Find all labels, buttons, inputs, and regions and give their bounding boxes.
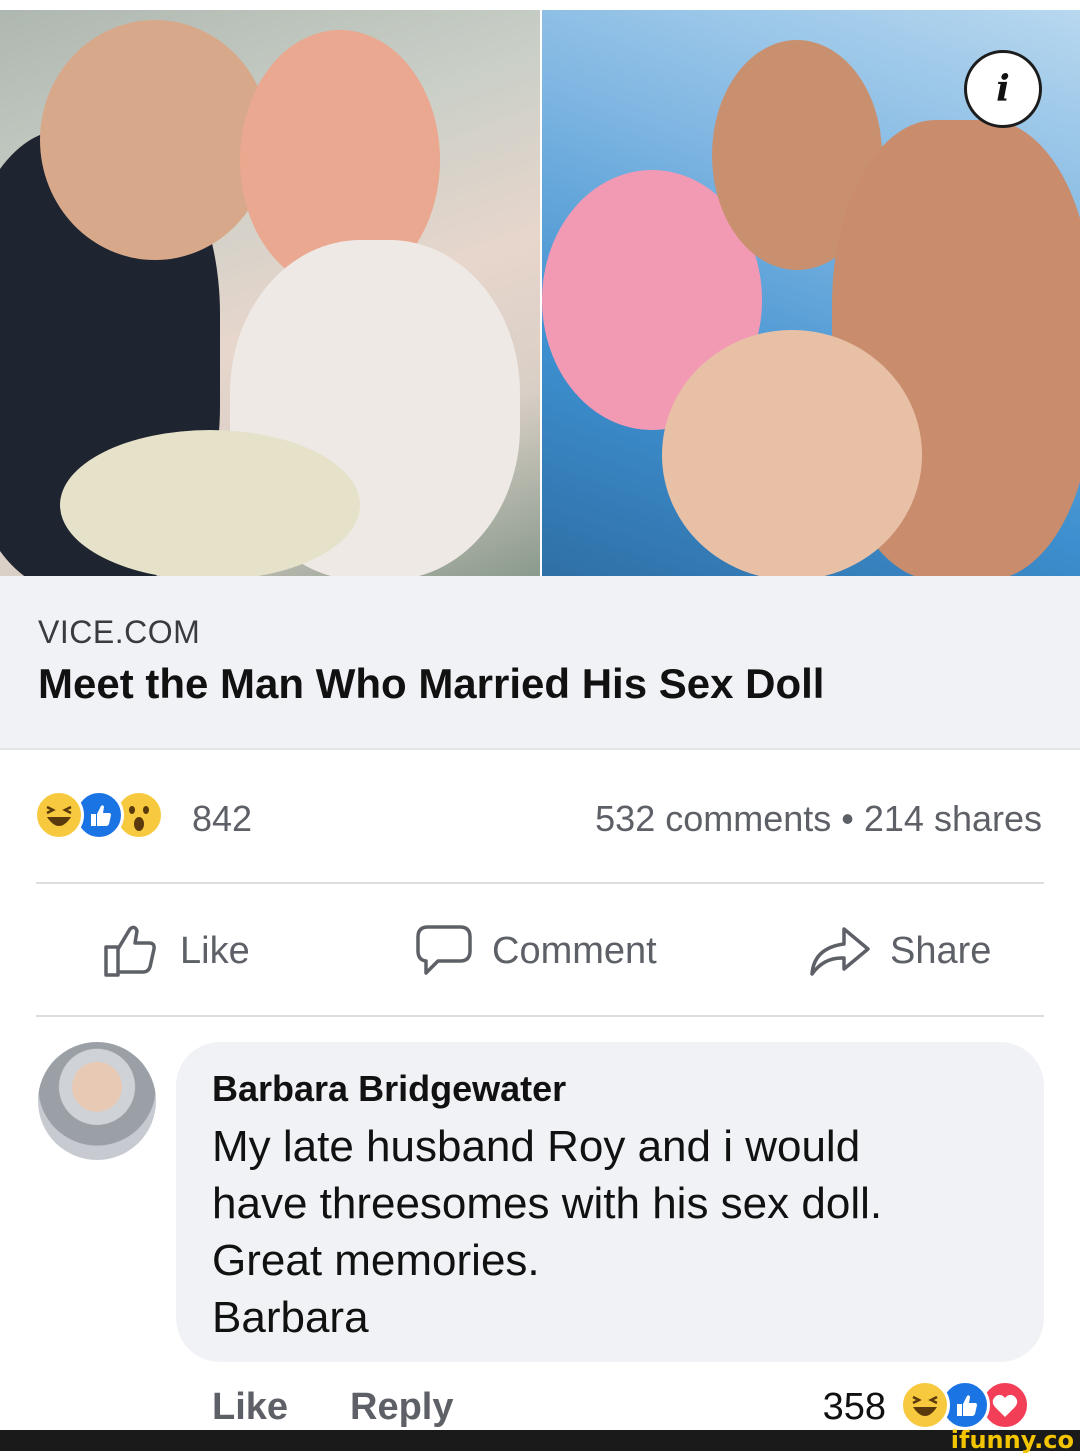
speech-bubble-icon — [416, 925, 472, 975]
post-stats: 842 532 comments • 214 shares — [0, 760, 1080, 880]
comment-line: Great memories. — [212, 1236, 540, 1285]
like-label: Like — [180, 929, 250, 972]
share-button[interactable]: Share — [808, 923, 991, 979]
divider — [36, 882, 1044, 884]
reaction-summary[interactable] — [34, 790, 164, 840]
comments-shares-count[interactable]: 532 comments • 214 shares — [595, 798, 1042, 840]
info-icon[interactable]: i — [964, 50, 1042, 128]
comment-line: have threesomes with his sex doll. — [212, 1179, 883, 1228]
comment-bubble: Barbara Bridgewater My late husband Roy … — [176, 1042, 1044, 1362]
thumbs-up-icon — [104, 925, 156, 977]
avatar[interactable] — [38, 1042, 156, 1160]
comment-author[interactable]: Barbara Bridgewater — [212, 1068, 566, 1110]
link-title[interactable]: Meet the Man Who Married His Sex Doll — [38, 660, 824, 708]
share-label: Share — [890, 929, 992, 972]
post-image[interactable] — [0, 10, 1080, 576]
like-button[interactable]: Like — [102, 923, 250, 979]
reaction-count[interactable]: 842 — [192, 798, 252, 840]
wedding-photo — [0, 10, 540, 576]
comment-reply-button[interactable]: Reply — [350, 1386, 453, 1429]
share-arrow-icon — [810, 927, 870, 976]
link-preview[interactable]: VICE.COM Meet the Man Who Married His Se… — [0, 576, 1080, 750]
divider — [36, 1015, 1044, 1017]
comment-line: My late husband Roy and i would — [212, 1122, 861, 1171]
link-domain: VICE.COM — [38, 614, 201, 650]
comment-like-button[interactable]: Like — [212, 1386, 288, 1429]
haha-icon — [900, 1380, 950, 1430]
comment-button[interactable]: Comment — [414, 923, 657, 979]
post-action-bar: Like Comment Share — [0, 885, 1080, 1015]
comment-label: Comment — [492, 929, 657, 972]
haha-icon — [34, 790, 84, 840]
comment-reactions[interactable] — [900, 1380, 1030, 1430]
comment-reaction-count[interactable]: 358 — [823, 1386, 886, 1429]
watermark-bar — [0, 1430, 1080, 1451]
comment-text: My late husband Roy and i would have thr… — [212, 1118, 1032, 1346]
comment-line: Barbara — [212, 1293, 369, 1342]
